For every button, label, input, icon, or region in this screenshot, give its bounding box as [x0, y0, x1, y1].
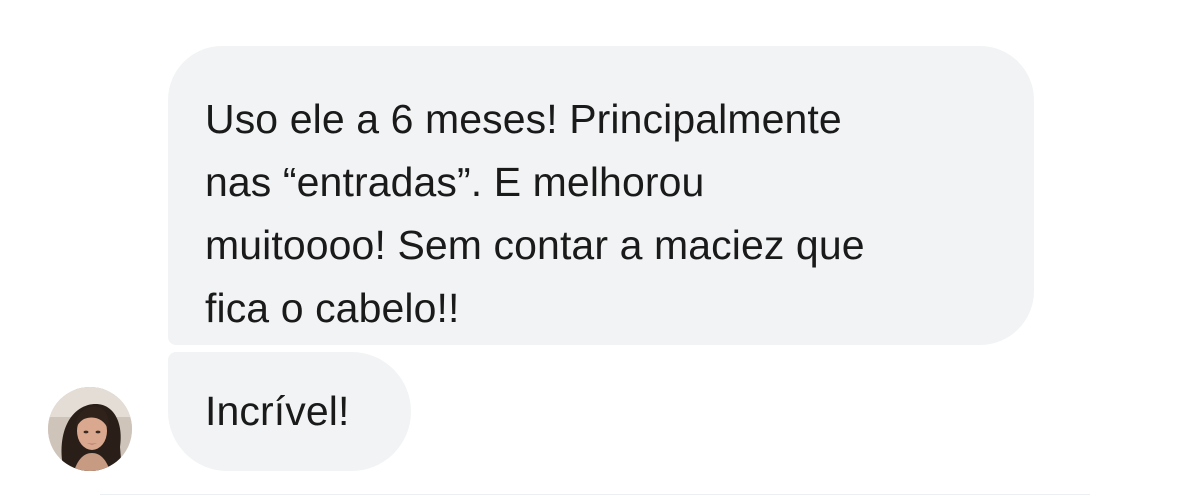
divider [100, 494, 1090, 495]
message-text-line: muitoooo! Sem contar a maciez que [205, 222, 865, 268]
message-bubble[interactable]: Incrível! [168, 352, 411, 471]
profile-photo-icon [48, 387, 132, 471]
sender-avatar[interactable] [48, 387, 132, 471]
message-text: Incrível! [205, 388, 350, 434]
chat-thread: Uso ele a 6 meses! Principalmente nas “e… [0, 0, 1179, 497]
message-text-line: Uso ele a 6 meses! Principalmente [205, 96, 842, 142]
message-text-line: nas “entradas”. E melhorou [205, 159, 705, 205]
message-text-line: fica o cabelo!! [205, 285, 460, 331]
message-bubble[interactable]: Uso ele a 6 meses! Principalmente nas “e… [168, 46, 1034, 345]
